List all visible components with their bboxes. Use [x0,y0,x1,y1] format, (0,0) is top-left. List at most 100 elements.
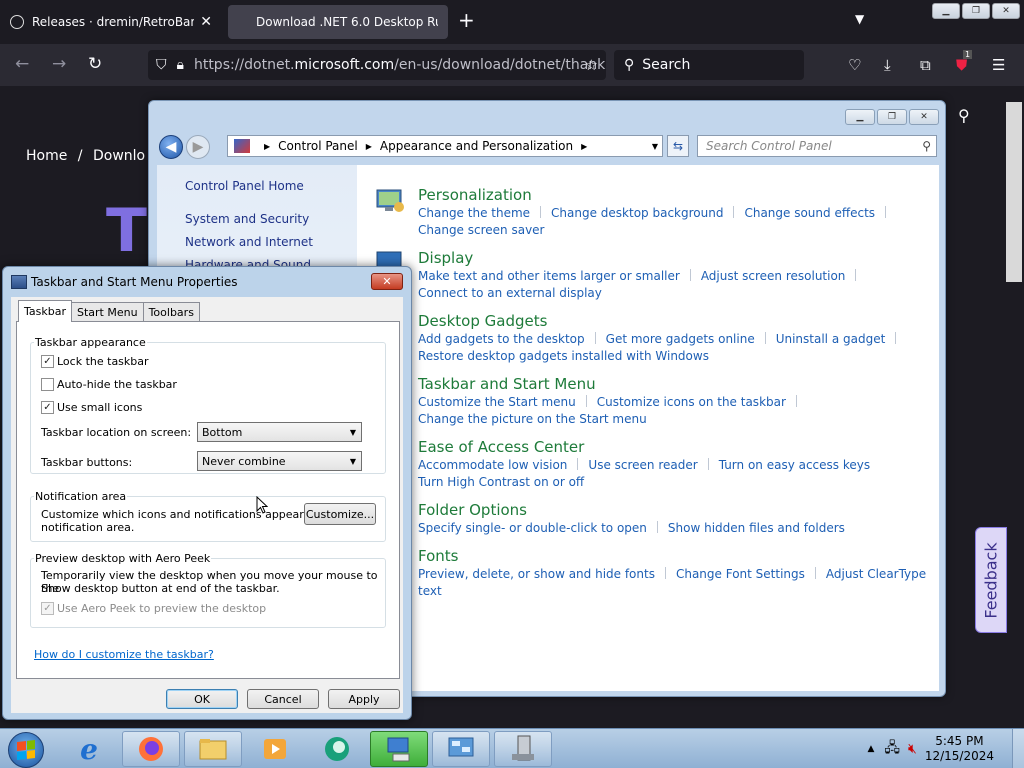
link-more-gadgets[interactable]: Get more gadgets online [606,332,755,346]
cp-close-icon[interactable]: ✕ [909,109,939,125]
browser-tab-retrobar[interactable]: Releases · dremin/RetroBar ✕ [0,5,222,39]
lock-taskbar-checkbox[interactable]: ✓ Lock the taskbar [41,355,149,368]
start-button[interactable] [8,732,44,768]
tab-start-menu[interactable]: Start Menu [71,302,144,322]
lock-icon[interactable]: 🔒︎ [177,57,184,73]
link-add-gadgets[interactable]: Add gadgets to the desktop [418,332,585,346]
taskbar-app-green[interactable] [308,731,366,767]
customize-button[interactable]: Customize... [304,503,376,525]
link-hidden-files[interactable]: Show hidden files and folders [668,521,845,535]
cp-refresh-icon[interactable]: ⇆ [667,135,689,157]
taskbar-location-select[interactable]: Bottom ▼ [197,422,362,442]
taskbar-internet-explorer[interactable]: e [60,731,118,767]
cp-link-home[interactable]: Control Panel Home [185,179,304,193]
category-title[interactable]: Personalization [418,185,896,205]
browser-search-box[interactable]: ⚲ Search [614,50,804,80]
link-access-keys[interactable]: Turn on easy access keys [719,458,870,472]
link-preview-fonts[interactable]: Preview, delete, or show and hide fonts [418,567,655,581]
chevron-right-icon[interactable]: ▶ [264,142,270,151]
link-screen-saver[interactable]: Change screen saver [418,223,545,237]
show-desktop-button[interactable] [1012,729,1024,768]
page-search-icon[interactable]: ⚲ [958,106,970,125]
bookmark-star-icon[interactable]: ☆ [585,56,598,74]
back-arrow-icon[interactable]: ← [15,54,29,74]
address-dropdown-icon[interactable]: ▼ [652,142,658,151]
network-tray-icon[interactable]: 🖧︎ [884,737,900,761]
category-title[interactable]: Fonts [418,546,939,566]
taskbar-buttons-select[interactable]: Never combine ▼ [197,451,362,471]
link-high-contrast[interactable]: Turn High Contrast on or off [418,475,584,489]
checkbox-checked-icon[interactable]: ✓ [41,602,54,615]
checkbox-checked-icon[interactable]: ✓ [41,355,54,368]
cp-back-arrow-icon[interactable]: ◀ [159,135,183,159]
help-link[interactable]: How do I customize the taskbar? [34,648,214,661]
chevron-right-icon[interactable]: ▶ [581,142,587,151]
link-desktop-background[interactable]: Change desktop background [551,206,723,220]
link-sound-effects[interactable]: Change sound effects [744,206,875,220]
clock[interactable]: 5:45 PM 12/15/2024 [925,734,994,764]
breadcrumb-download[interactable]: Downlo [93,148,145,164]
taskbar-explorer[interactable] [184,731,242,767]
tab-toolbars[interactable]: Toolbars [142,302,200,322]
forward-arrow-icon[interactable]: → [52,54,66,74]
taskbar-server-app[interactable] [494,731,552,767]
taskbar-firefox[interactable] [122,731,180,767]
close-tab-icon[interactable]: ✕ [200,14,212,30]
ok-button[interactable]: OK [166,689,238,709]
reload-icon[interactable]: ↻ [88,54,102,74]
show-hidden-icons-icon[interactable]: ▲ [867,744,874,754]
link-customize-start[interactable]: Customize the Start menu [418,395,576,409]
menu-hamburger-icon[interactable]: ☰ [992,56,1005,74]
cp-minimize-icon[interactable]: ▁ [845,109,875,125]
close-window-icon[interactable]: ✕ [992,3,1020,19]
link-single-double-click[interactable]: Specify single- or double-click to open [418,521,647,535]
link-change-theme[interactable]: Change the theme [418,206,530,220]
feedback-button[interactable]: Feedback [975,527,1007,633]
taskbar-media-player[interactable] [246,731,304,767]
cancel-button[interactable]: Cancel [247,689,319,709]
volume-muted-icon[interactable]: 🔇︎ [908,741,917,757]
cp-restore-icon[interactable]: ❐ [877,109,907,125]
link-external-display[interactable]: Connect to an external display [418,286,602,300]
tab-taskbar[interactable]: Taskbar [18,300,72,322]
pocket-icon[interactable]: ♡ [848,56,861,74]
link-screen-resolution[interactable]: Adjust screen resolution [701,269,846,283]
link-low-vision[interactable]: Accommodate low vision [418,458,567,472]
link-text-size[interactable]: Make text and other items larger or smal… [418,269,680,283]
link-screen-reader[interactable]: Use screen reader [588,458,697,472]
cp-breadcrumb-control-panel[interactable]: Control Panel [278,139,358,153]
category-title[interactable]: Display [418,248,866,268]
category-title[interactable]: Taskbar and Start Menu [418,374,807,394]
link-start-picture[interactable]: Change the picture on the Start menu [418,412,647,426]
new-tab-plus-icon[interactable]: + [458,8,475,32]
category-title[interactable]: Ease of Access Center [418,437,870,457]
list-all-tabs-chevron-icon[interactable]: ▼ [855,12,864,26]
autohide-taskbar-checkbox[interactable]: Auto-hide the taskbar [41,378,177,391]
cp-breadcrumb-appearance[interactable]: Appearance and Personalization [380,139,573,153]
category-title[interactable]: Folder Options [418,500,845,520]
url-bar[interactable]: ⛉ 🔒︎ https://dotnet. microsoft.com/en-us/… [148,50,606,80]
extensions-icon[interactable]: ⧉ [920,56,931,74]
minimize-icon[interactable]: ▁ [932,3,960,19]
taskbar-control-panel[interactable] [370,731,428,767]
page-scrollbar[interactable] [1006,102,1022,282]
cp-search-input[interactable]: Search Control Panel ⚲ [697,135,937,157]
browser-tab-dotnet[interactable]: Download .NET 6.0 Desktop Runtime [228,5,448,39]
apply-button[interactable]: Apply [328,689,400,709]
small-icons-checkbox[interactable]: ✓ Use small icons [41,401,142,414]
shield-icon[interactable]: ⛉ [156,57,167,73]
link-font-settings[interactable]: Change Font Settings [676,567,805,581]
taskbar-network-app[interactable] [432,731,490,767]
downloads-icon[interactable]: ⤓ [884,56,891,74]
dialog-close-button[interactable]: ✕ [371,273,403,290]
checkbox-checked-icon[interactable]: ✓ [41,401,54,414]
chevron-right-icon[interactable]: ▶ [366,142,372,151]
checkbox-unchecked-icon[interactable] [41,378,54,391]
breadcrumb-home[interactable]: Home [26,148,67,164]
aero-peek-checkbox[interactable]: ✓ Use Aero Peek to preview the desktop [41,602,266,615]
restore-icon[interactable]: ❐ [962,3,990,19]
cp-forward-arrow-icon[interactable]: ▶ [186,135,210,159]
cp-link-system-security[interactable]: System and Security [185,212,309,226]
cp-link-network[interactable]: Network and Internet [185,235,313,249]
category-title[interactable]: Desktop Gadgets [418,311,906,331]
